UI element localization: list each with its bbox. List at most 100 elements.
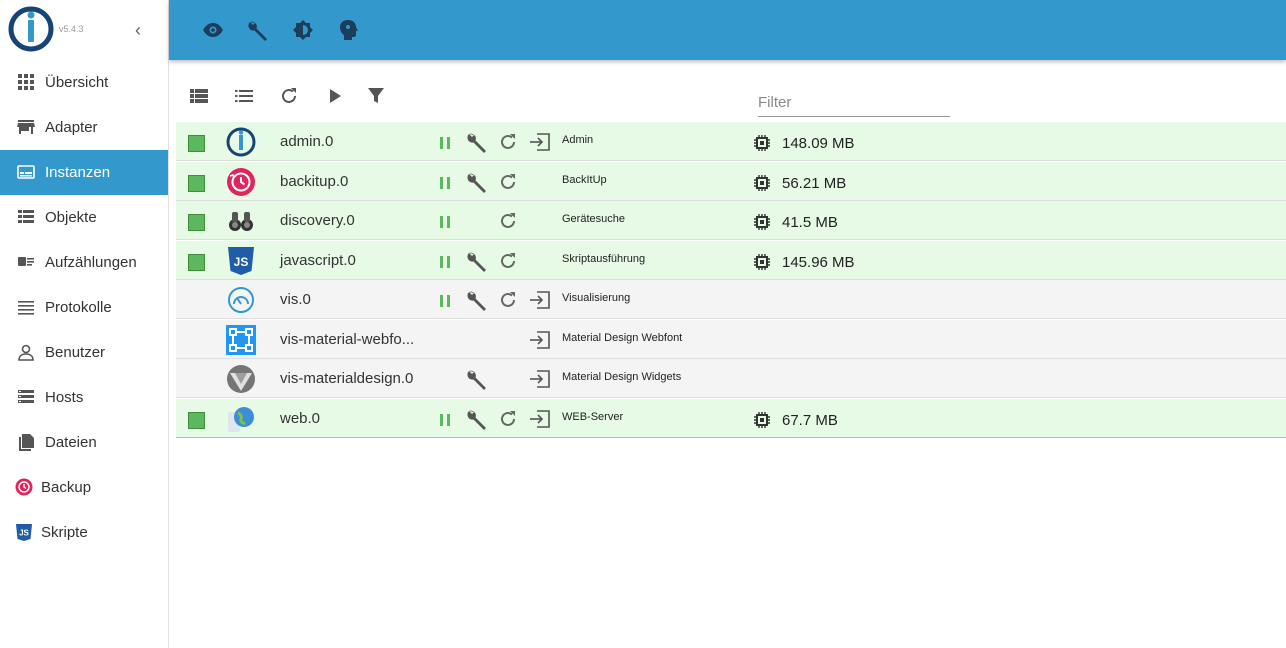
restart-icon[interactable] bbox=[498, 132, 518, 152]
table-view-icon[interactable] bbox=[189, 86, 209, 106]
pause-icon[interactable] bbox=[438, 254, 452, 270]
instance-enable-checkbox[interactable] bbox=[188, 412, 205, 429]
instance-title: BackItUp bbox=[562, 174, 607, 186]
sidebar: v5.4.3 ‹ Übersicht Adapter Instanzen Obj… bbox=[0, 0, 169, 648]
sidebar-item-label: Instanzen bbox=[45, 164, 111, 181]
instance-title: Material Design Webfont bbox=[562, 332, 683, 344]
table-row-vis-material-webfo: vis-material-webfo... Material Design We… bbox=[176, 320, 1286, 359]
sidebar-item-aufzaehlungen[interactable]: Aufzählungen bbox=[0, 240, 168, 285]
brand: v5.4.3 ‹ bbox=[0, 0, 168, 60]
instance-title: Skriptausführung bbox=[562, 253, 646, 265]
table-row-vis-0: vis.0 Visualisierung bbox=[176, 280, 1286, 319]
sidebar-item-instanzen[interactable]: Instanzen bbox=[0, 150, 168, 195]
instance-memory: 56.21 MB bbox=[782, 175, 847, 192]
instance-name: vis-material-webfo... bbox=[280, 331, 415, 348]
wrench-icon[interactable] bbox=[466, 368, 488, 390]
restart-icon[interactable] bbox=[498, 290, 518, 310]
sidebar-item-objekte[interactable]: Objekte bbox=[0, 195, 168, 240]
wrench-icon[interactable] bbox=[466, 131, 488, 153]
restart-icon[interactable] bbox=[498, 409, 518, 429]
sidebar-item-label: Aufzählungen bbox=[45, 254, 137, 271]
instance-memory: 67.7 MB bbox=[782, 412, 838, 429]
sidebar-item-label: Übersicht bbox=[45, 74, 109, 91]
backitup-icon bbox=[226, 167, 256, 197]
pause-icon[interactable] bbox=[438, 293, 452, 309]
admin-icon bbox=[226, 127, 256, 157]
wrench-icon[interactable] bbox=[466, 408, 488, 430]
table-row-vis-materialdesign-0: vis-materialdesign.0 Material Design Wid… bbox=[176, 359, 1286, 398]
sidebar-item-backup[interactable]: Backup bbox=[0, 465, 168, 510]
memory-chip-icon bbox=[754, 135, 770, 151]
gauge-icon bbox=[226, 285, 256, 315]
instance-enable-checkbox[interactable] bbox=[188, 214, 205, 231]
pause-icon[interactable] bbox=[438, 412, 452, 428]
web-globe-icon bbox=[226, 404, 256, 434]
refresh-icon[interactable] bbox=[279, 86, 299, 106]
pause-icon[interactable] bbox=[438, 175, 452, 191]
wrench-icon[interactable] bbox=[466, 289, 488, 311]
svg-text:JS: JS bbox=[19, 529, 29, 538]
filter-input[interactable] bbox=[758, 90, 950, 114]
restart-icon[interactable] bbox=[498, 211, 518, 231]
store-icon bbox=[17, 120, 35, 134]
open-link-icon[interactable] bbox=[529, 132, 551, 152]
pause-icon[interactable] bbox=[438, 135, 452, 151]
iobroker-logo-icon[interactable] bbox=[8, 6, 54, 52]
instance-name: web.0 bbox=[280, 410, 321, 427]
table-row-javascript-0: JS javascript.0 Skriptausführung 145.96 … bbox=[176, 241, 1286, 280]
sidebar-item-label: Adapter bbox=[45, 119, 98, 136]
table-row-discovery-0: discovery.0 Gerätesuche 41.5 MB bbox=[176, 201, 1286, 240]
hosts-icon bbox=[18, 390, 34, 403]
wrench-icon[interactable] bbox=[466, 171, 488, 193]
sidebar-item-label: Dateien bbox=[45, 434, 97, 451]
table-row-web-0: web.0 WEB-Server 67.7 MB bbox=[176, 399, 1286, 438]
app-root: v5.4.3 ‹ Übersicht Adapter Instanzen Obj… bbox=[0, 0, 1286, 648]
sidebar-item-label: Benutzer bbox=[45, 344, 106, 361]
instance-title: Material Design Widgets bbox=[562, 371, 682, 383]
brightness-icon[interactable] bbox=[292, 19, 314, 41]
open-link-icon[interactable] bbox=[529, 290, 551, 310]
sidebar-item-dateien[interactable]: Dateien bbox=[0, 420, 168, 465]
instance-enable-checkbox[interactable] bbox=[188, 254, 205, 271]
js-icon: JS bbox=[16, 524, 32, 541]
open-link-icon[interactable] bbox=[529, 409, 551, 429]
instance-title: Visualisierung bbox=[562, 292, 631, 304]
list-view-icon[interactable] bbox=[234, 86, 254, 106]
eye-icon[interactable] bbox=[202, 19, 224, 41]
sidebar-item-hosts[interactable]: Hosts bbox=[0, 375, 168, 420]
wrench-icon[interactable] bbox=[466, 250, 488, 272]
version-label: v5.4.3 bbox=[59, 24, 84, 34]
filter-icon[interactable] bbox=[366, 86, 386, 106]
sidebar-item-skripte[interactable]: JS Skripte bbox=[0, 510, 168, 555]
chevron-left-icon[interactable]: ‹ bbox=[130, 20, 146, 40]
sidebar-item-label: Backup bbox=[41, 479, 92, 496]
sidebar-item-label: Objekte bbox=[45, 209, 97, 226]
material-design-icon bbox=[226, 364, 256, 394]
sidebar-item-uebersicht[interactable]: Übersicht bbox=[0, 60, 168, 105]
instance-enable-checkbox[interactable] bbox=[188, 175, 205, 192]
open-link-icon[interactable] bbox=[529, 369, 551, 389]
sidebar-item-label: Skripte bbox=[41, 524, 88, 541]
expert-head-icon[interactable] bbox=[337, 19, 359, 41]
open-link-icon[interactable] bbox=[529, 330, 551, 350]
sidebar-item-adapter[interactable]: Adapter bbox=[0, 105, 168, 150]
sidebar-item-benutzer[interactable]: Benutzer bbox=[0, 330, 168, 375]
instance-enable-checkbox[interactable] bbox=[188, 135, 205, 152]
restart-icon[interactable] bbox=[498, 172, 518, 192]
sidebar-item-label: Hosts bbox=[45, 389, 84, 406]
memory-chip-icon bbox=[754, 254, 770, 270]
sidebar-item-label: Protokolle bbox=[45, 299, 112, 316]
sidebar-item-protokolle[interactable]: Protokolle bbox=[0, 285, 168, 330]
files-icon bbox=[19, 434, 34, 451]
pause-icon[interactable] bbox=[438, 214, 452, 230]
enum-icon bbox=[18, 257, 34, 266]
play-icon[interactable] bbox=[325, 86, 345, 106]
vector-square-icon bbox=[226, 325, 256, 355]
wrench-icon[interactable] bbox=[247, 19, 269, 41]
memory-chip-icon bbox=[754, 412, 770, 428]
javascript-icon: JS bbox=[226, 246, 256, 276]
restart-icon[interactable] bbox=[498, 251, 518, 271]
instance-title: Gerätesuche bbox=[562, 213, 625, 225]
instance-name: discovery.0 bbox=[280, 212, 355, 229]
memory-chip-icon bbox=[754, 175, 770, 191]
